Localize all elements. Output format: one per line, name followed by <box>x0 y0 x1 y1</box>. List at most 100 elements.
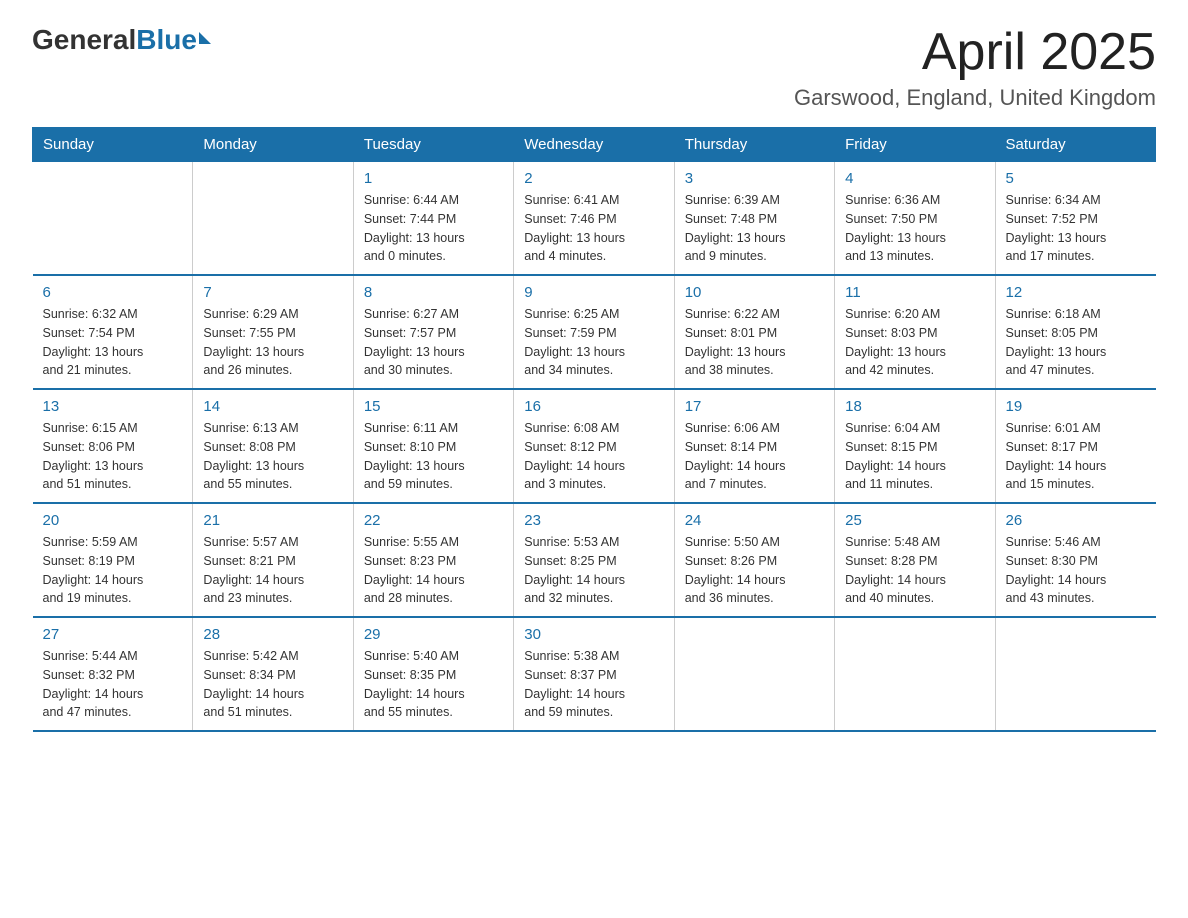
day-info: Sunrise: 5:55 AMSunset: 8:23 PMDaylight:… <box>364 533 503 608</box>
day-info: Sunrise: 6:22 AMSunset: 8:01 PMDaylight:… <box>685 305 824 380</box>
calendar-cell: 25 Sunrise: 5:48 AMSunset: 8:28 PMDayligh… <box>835 503 995 617</box>
calendar-cell: 21 Sunrise: 5:57 AMSunset: 8:21 PMDayligh… <box>193 503 353 617</box>
calendar-week-4: 20Sunrise: 5:59 AMSunset: 8:19 PMDayligh… <box>33 503 1156 617</box>
calendar-cell: 5Sunrise: 6:34 AMSunset: 7:52 PMDaylight… <box>995 162 1155 276</box>
calendar-cell: 20Sunrise: 5:59 AMSunset: 8:19 PMDayligh… <box>33 503 193 617</box>
calendar-cell: 17 Sunrise: 6:06 AMSunset: 8:14 PMDayligh… <box>674 389 834 503</box>
calendar-cell: 28 Sunrise: 5:42 AMSunset: 8:34 PMDayligh… <box>193 617 353 731</box>
day-number: 18 <box>845 398 984 415</box>
day-number: 22 <box>364 512 503 529</box>
day-info: Sunrise: 6:29 AMSunset: 7:55 PMDaylight:… <box>203 305 342 380</box>
day-number: 11 <box>845 284 984 301</box>
day-number: 19 <box>1006 398 1146 415</box>
day-info: Sunrise: 6:25 AMSunset: 7:59 PMDaylight:… <box>524 305 663 380</box>
day-number: 27 <box>43 626 183 643</box>
day-number: 10 <box>685 284 824 301</box>
calendar-cell: 15 Sunrise: 6:11 AMSunset: 8:10 PMDayligh… <box>353 389 513 503</box>
day-number: 8 <box>364 284 503 301</box>
calendar-cell: 7 Sunrise: 6:29 AMSunset: 7:55 PMDaylight… <box>193 275 353 389</box>
day-info: Sunrise: 6:11 AMSunset: 8:10 PMDaylight:… <box>364 419 503 494</box>
day-info: Sunrise: 5:42 AMSunset: 8:34 PMDaylight:… <box>203 647 342 722</box>
weekday-header-monday: Monday <box>193 128 353 162</box>
day-info: Sunrise: 6:41 AMSunset: 7:46 PMDaylight:… <box>524 191 663 266</box>
day-number: 16 <box>524 398 663 415</box>
day-info: Sunrise: 5:46 AMSunset: 8:30 PMDaylight:… <box>1006 533 1146 608</box>
page-subtitle: Garswood, England, United Kingdom <box>794 85 1156 111</box>
weekday-header-friday: Friday <box>835 128 995 162</box>
day-info: Sunrise: 5:53 AMSunset: 8:25 PMDaylight:… <box>524 533 663 608</box>
calendar-header: SundayMondayTuesdayWednesdayThursdayFrid… <box>33 128 1156 162</box>
day-number: 21 <box>203 512 342 529</box>
day-number: 12 <box>1006 284 1146 301</box>
day-number: 30 <box>524 626 663 643</box>
calendar-cell: 23 Sunrise: 5:53 AMSunset: 8:25 PMDayligh… <box>514 503 674 617</box>
day-info: Sunrise: 5:48 AMSunset: 8:28 PMDaylight:… <box>845 533 984 608</box>
day-info: Sunrise: 6:04 AMSunset: 8:15 PMDaylight:… <box>845 419 984 494</box>
day-number: 26 <box>1006 512 1146 529</box>
day-number: 29 <box>364 626 503 643</box>
calendar-cell: 9 Sunrise: 6:25 AMSunset: 7:59 PMDaylight… <box>514 275 674 389</box>
day-info: Sunrise: 6:15 AMSunset: 8:06 PMDaylight:… <box>43 419 183 494</box>
day-info: Sunrise: 6:06 AMSunset: 8:14 PMDaylight:… <box>685 419 824 494</box>
day-info: Sunrise: 6:44 AMSunset: 7:44 PMDaylight:… <box>364 191 503 266</box>
calendar-cell: 24Sunrise: 5:50 AMSunset: 8:26 PMDayligh… <box>674 503 834 617</box>
day-number: 17 <box>685 398 824 415</box>
day-number: 15 <box>364 398 503 415</box>
day-info: Sunrise: 6:20 AMSunset: 8:03 PMDaylight:… <box>845 305 984 380</box>
day-number: 1 <box>364 170 503 187</box>
day-number: 28 <box>203 626 342 643</box>
logo-triangle-icon <box>199 32 211 44</box>
title-section: April 2025 Garswood, England, United Kin… <box>794 24 1156 111</box>
day-info: Sunrise: 5:59 AMSunset: 8:19 PMDaylight:… <box>43 533 183 608</box>
day-number: 9 <box>524 284 663 301</box>
calendar-cell <box>835 617 995 731</box>
weekday-header-thursday: Thursday <box>674 128 834 162</box>
day-info: Sunrise: 6:39 AMSunset: 7:48 PMDaylight:… <box>685 191 824 266</box>
day-number: 2 <box>524 170 663 187</box>
day-number: 6 <box>43 284 183 301</box>
day-info: Sunrise: 6:13 AMSunset: 8:08 PMDaylight:… <box>203 419 342 494</box>
day-number: 3 <box>685 170 824 187</box>
calendar-cell: 27 Sunrise: 5:44 AMSunset: 8:32 PMDayligh… <box>33 617 193 731</box>
calendar-cell: 4 Sunrise: 6:36 AMSunset: 7:50 PMDaylight… <box>835 162 995 276</box>
calendar-cell: 6 Sunrise: 6:32 AMSunset: 7:54 PMDaylight… <box>33 275 193 389</box>
logo-blue-part: Blue <box>136 24 211 56</box>
page-title: April 2025 <box>794 24 1156 81</box>
day-number: 7 <box>203 284 342 301</box>
calendar-cell: 12 Sunrise: 6:18 AMSunset: 8:05 PMDayligh… <box>995 275 1155 389</box>
day-info: Sunrise: 6:36 AMSunset: 7:50 PMDaylight:… <box>845 191 984 266</box>
calendar-cell <box>674 617 834 731</box>
day-number: 5 <box>1006 170 1146 187</box>
calendar-cell <box>193 162 353 276</box>
day-info: Sunrise: 5:40 AMSunset: 8:35 PMDaylight:… <box>364 647 503 722</box>
calendar-week-5: 27 Sunrise: 5:44 AMSunset: 8:32 PMDayligh… <box>33 617 1156 731</box>
calendar-week-3: 13 Sunrise: 6:15 AMSunset: 8:06 PMDayligh… <box>33 389 1156 503</box>
calendar-cell: 10 Sunrise: 6:22 AMSunset: 8:01 PMDayligh… <box>674 275 834 389</box>
day-info: Sunrise: 5:38 AMSunset: 8:37 PMDaylight:… <box>524 647 663 722</box>
day-info: Sunrise: 5:44 AMSunset: 8:32 PMDaylight:… <box>43 647 183 722</box>
weekday-header-saturday: Saturday <box>995 128 1155 162</box>
calendar-cell: 19Sunrise: 6:01 AMSunset: 8:17 PMDayligh… <box>995 389 1155 503</box>
weekday-header-tuesday: Tuesday <box>353 128 513 162</box>
day-info: Sunrise: 5:57 AMSunset: 8:21 PMDaylight:… <box>203 533 342 608</box>
calendar-table: SundayMondayTuesdayWednesdayThursdayFrid… <box>32 127 1156 732</box>
calendar-body: 1 Sunrise: 6:44 AMSunset: 7:44 PMDaylight… <box>33 162 1156 732</box>
calendar-cell: 22 Sunrise: 5:55 AMSunset: 8:23 PMDayligh… <box>353 503 513 617</box>
calendar-cell: 16Sunrise: 6:08 AMSunset: 8:12 PMDayligh… <box>514 389 674 503</box>
calendar-cell <box>33 162 193 276</box>
day-number: 23 <box>524 512 663 529</box>
weekday-header-wednesday: Wednesday <box>514 128 674 162</box>
day-number: 25 <box>845 512 984 529</box>
day-number: 13 <box>43 398 183 415</box>
logo-blue-text: Blue <box>136 24 197 56</box>
day-number: 4 <box>845 170 984 187</box>
day-info: Sunrise: 6:27 AMSunset: 7:57 PMDaylight:… <box>364 305 503 380</box>
day-info: Sunrise: 5:50 AMSunset: 8:26 PMDaylight:… <box>685 533 824 608</box>
calendar-cell: 26 Sunrise: 5:46 AMSunset: 8:30 PMDayligh… <box>995 503 1155 617</box>
calendar-cell: 3 Sunrise: 6:39 AMSunset: 7:48 PMDaylight… <box>674 162 834 276</box>
calendar-cell: 2 Sunrise: 6:41 AMSunset: 7:46 PMDaylight… <box>514 162 674 276</box>
calendar-cell <box>995 617 1155 731</box>
day-info: Sunrise: 6:18 AMSunset: 8:05 PMDaylight:… <box>1006 305 1146 380</box>
calendar-cell: 30 Sunrise: 5:38 AMSunset: 8:37 PMDayligh… <box>514 617 674 731</box>
day-info: Sunrise: 6:32 AMSunset: 7:54 PMDaylight:… <box>43 305 183 380</box>
